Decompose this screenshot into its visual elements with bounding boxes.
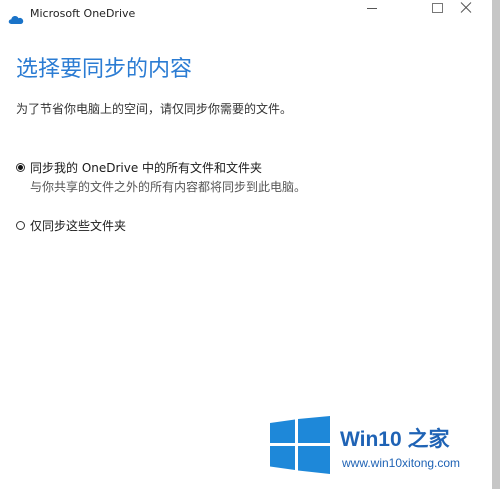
watermark-url: www.win10xitong.com xyxy=(342,456,461,470)
option-sync-selected-text: 仅同步这些文件夹 xyxy=(30,218,126,234)
option-sync-selected[interactable]: 仅同步这些文件夹 xyxy=(16,218,126,234)
minimize-icon xyxy=(367,8,377,9)
option-sync-selected-label: 仅同步这些文件夹 xyxy=(30,219,127,233)
window-title: Microsoft OneDrive xyxy=(30,7,136,20)
radio-sync-all[interactable] xyxy=(16,163,25,172)
onedrive-window: Microsoft OneDrive 选择要同步的内容 为了节省你电脑上的空间，… xyxy=(0,0,500,489)
onedrive-cloud-icon xyxy=(8,9,24,24)
window-edge-scrollbar xyxy=(492,0,500,489)
title-bar: Microsoft OneDrive xyxy=(0,0,493,28)
description-text: 为了节省你电脑上的空间，请仅同步你需要的文件。 xyxy=(16,102,293,116)
close-icon xyxy=(460,2,472,13)
minimize-button[interactable] xyxy=(355,0,389,22)
maximize-button[interactable] xyxy=(420,0,454,22)
close-button[interactable] xyxy=(458,0,492,22)
watermark-title: Win10 之家 xyxy=(340,428,450,451)
windows-logo-icon xyxy=(268,416,332,474)
page-title: 选择要同步的内容 xyxy=(16,57,193,82)
maximize-icon xyxy=(432,3,443,13)
option-sync-all[interactable]: 同步我的 OneDrive 中的所有文件和文件夹 与你共享的文件之外的所有内容都… xyxy=(16,160,306,195)
radio-sync-selected[interactable] xyxy=(16,221,25,230)
option-sync-all-text: 同步我的 OneDrive 中的所有文件和文件夹 与你共享的文件之外的所有内容都… xyxy=(30,160,306,195)
option-sync-all-description: 与你共享的文件之外的所有内容都将同步到此电脑。 xyxy=(30,180,307,194)
option-sync-all-label: 同步我的 OneDrive 中的所有文件和文件夹 xyxy=(30,161,263,175)
